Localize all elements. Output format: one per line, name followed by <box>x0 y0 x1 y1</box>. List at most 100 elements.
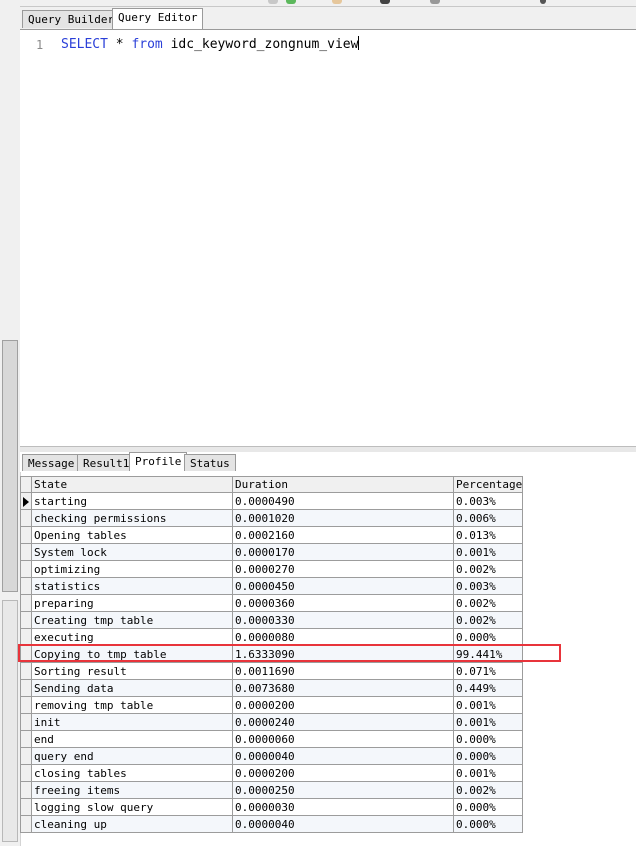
cell-percentage[interactable]: 0.000% <box>452 815 524 833</box>
cell-duration[interactable]: 0.0000060 <box>232 730 454 748</box>
cell-duration[interactable]: 0.0000170 <box>232 543 454 561</box>
row-indicator[interactable] <box>20 815 32 833</box>
row-indicator[interactable] <box>20 492 32 510</box>
cell-state[interactable]: logging slow query <box>31 798 233 816</box>
table-row[interactable]: executing 0.0000080 0.000% <box>20 628 524 646</box>
row-indicator[interactable] <box>20 679 32 697</box>
vertical-scrollbar[interactable] <box>2 340 18 592</box>
table-row[interactable]: init 0.0000240 0.001% <box>20 713 524 731</box>
sql-statement[interactable]: SELECT * from idc_keyword_zongnum_view <box>61 36 360 52</box>
row-indicator[interactable] <box>20 798 32 816</box>
search-icon[interactable] <box>540 0 546 4</box>
cell-percentage[interactable]: 99.441% <box>452 645 524 663</box>
table-row[interactable]: logging slow query 0.0000030 0.000% <box>20 798 524 816</box>
vertical-scrollbar-lower[interactable] <box>2 600 18 842</box>
table-row[interactable]: Copying to tmp table 1.6333090 99.441% <box>20 645 524 663</box>
toolbar-icon-1[interactable] <box>268 0 278 4</box>
row-indicator[interactable] <box>20 628 32 646</box>
cell-state[interactable]: Opening tables <box>31 526 233 544</box>
cell-duration[interactable]: 0.0000450 <box>232 577 454 595</box>
cell-percentage[interactable]: 0.002% <box>452 560 524 578</box>
cell-state[interactable]: starting <box>31 492 233 510</box>
cell-percentage[interactable]: 0.001% <box>452 713 524 731</box>
sql-editor[interactable]: 1 SELECT * from idc_keyword_zongnum_view <box>20 29 636 447</box>
row-indicator[interactable] <box>20 747 32 765</box>
cell-percentage[interactable]: 0.000% <box>452 798 524 816</box>
table-row[interactable]: freeing items 0.0000250 0.002% <box>20 781 524 799</box>
cell-percentage[interactable]: 0.003% <box>452 492 524 510</box>
cell-state[interactable]: removing tmp table <box>31 696 233 714</box>
cell-state[interactable]: query end <box>31 747 233 765</box>
cell-percentage[interactable]: 0.001% <box>452 696 524 714</box>
table-row[interactable]: Sending data 0.0073680 0.449% <box>20 679 524 697</box>
cell-duration[interactable]: 0.0000270 <box>232 560 454 578</box>
tab-query-editor[interactable]: Query Editor <box>112 8 204 29</box>
table-row[interactable]: preparing 0.0000360 0.002% <box>20 594 524 612</box>
row-indicator[interactable] <box>20 696 32 714</box>
cell-duration[interactable]: 0.0000200 <box>232 696 454 714</box>
table-row[interactable]: Creating tmp table 0.0000330 0.002% <box>20 611 524 629</box>
table-row[interactable]: Sorting result 0.0011690 0.071% <box>20 662 524 680</box>
row-indicator[interactable] <box>20 594 32 612</box>
cell-duration[interactable]: 0.0073680 <box>232 679 454 697</box>
column-header-duration[interactable]: Duration <box>232 476 454 493</box>
row-indicator[interactable] <box>20 781 32 799</box>
cell-duration[interactable]: 0.0000360 <box>232 594 454 612</box>
table-row[interactable]: cleaning up 0.0000040 0.000% <box>20 815 524 833</box>
table-row[interactable]: query end 0.0000040 0.000% <box>20 747 524 765</box>
table-row[interactable]: end 0.0000060 0.000% <box>20 730 524 748</box>
table-row[interactable]: starting 0.0000490 0.003% <box>20 492 524 510</box>
column-header-state[interactable]: State <box>31 476 233 493</box>
cell-state[interactable]: Sorting result <box>31 662 233 680</box>
cell-percentage[interactable]: 0.000% <box>452 628 524 646</box>
cell-state[interactable]: cleaning up <box>31 815 233 833</box>
cell-duration[interactable]: 0.0000240 <box>232 713 454 731</box>
table-row[interactable]: checking permissions 0.0001020 0.006% <box>20 509 524 527</box>
row-indicator[interactable] <box>20 611 32 629</box>
cell-state[interactable]: init <box>31 713 233 731</box>
tab-result1[interactable]: Result1 <box>77 454 136 471</box>
cell-percentage[interactable]: 0.001% <box>452 764 524 782</box>
cell-duration[interactable]: 0.0011690 <box>232 662 454 680</box>
cell-percentage[interactable]: 0.002% <box>452 594 524 612</box>
cell-duration[interactable]: 0.0002160 <box>232 526 454 544</box>
cell-state[interactable]: Copying to tmp table <box>31 645 233 663</box>
cell-state[interactable]: System lock <box>31 543 233 561</box>
cell-state[interactable]: Creating tmp table <box>31 611 233 629</box>
cell-state[interactable]: statistics <box>31 577 233 595</box>
cell-percentage[interactable]: 0.000% <box>452 730 524 748</box>
table-row[interactable]: closing tables 0.0000200 0.001% <box>20 764 524 782</box>
table-row[interactable]: System lock 0.0000170 0.001% <box>20 543 524 561</box>
cell-percentage[interactable]: 0.001% <box>452 543 524 561</box>
row-indicator[interactable] <box>20 509 32 527</box>
profile-grid[interactable]: State Duration Percentage starting 0.0000… <box>20 476 524 833</box>
cell-state[interactable]: Sending data <box>31 679 233 697</box>
row-indicator[interactable] <box>20 713 32 731</box>
row-indicator[interactable] <box>20 526 32 544</box>
cell-percentage[interactable]: 0.003% <box>452 577 524 595</box>
run-icon[interactable] <box>286 0 296 4</box>
row-indicator[interactable] <box>20 543 32 561</box>
row-indicator[interactable] <box>20 560 32 578</box>
cell-duration[interactable]: 0.0000080 <box>232 628 454 646</box>
cell-duration[interactable]: 0.0000200 <box>232 764 454 782</box>
column-header-percentage[interactable]: Percentage <box>452 476 524 493</box>
tab-query-builder[interactable]: Query Builder <box>22 10 121 28</box>
tab-status[interactable]: Status <box>184 454 236 471</box>
row-indicator[interactable] <box>20 577 32 595</box>
cell-duration[interactable]: 0.0000490 <box>232 492 454 510</box>
cell-state[interactable]: freeing items <box>31 781 233 799</box>
cell-state[interactable]: end <box>31 730 233 748</box>
table-row[interactable]: removing tmp table 0.0000200 0.001% <box>20 696 524 714</box>
cell-state[interactable]: closing tables <box>31 764 233 782</box>
cell-duration[interactable]: 0.0000250 <box>232 781 454 799</box>
cell-duration[interactable]: 0.0000040 <box>232 815 454 833</box>
toolbar-icon-3[interactable] <box>332 0 342 4</box>
cell-duration[interactable]: 0.0001020 <box>232 509 454 527</box>
row-indicator[interactable] <box>20 662 32 680</box>
cell-percentage[interactable]: 0.006% <box>452 509 524 527</box>
cell-state[interactable]: executing <box>31 628 233 646</box>
cell-percentage[interactable]: 0.071% <box>452 662 524 680</box>
cell-percentage[interactable]: 0.002% <box>452 611 524 629</box>
table-row[interactable]: statistics 0.0000450 0.003% <box>20 577 524 595</box>
